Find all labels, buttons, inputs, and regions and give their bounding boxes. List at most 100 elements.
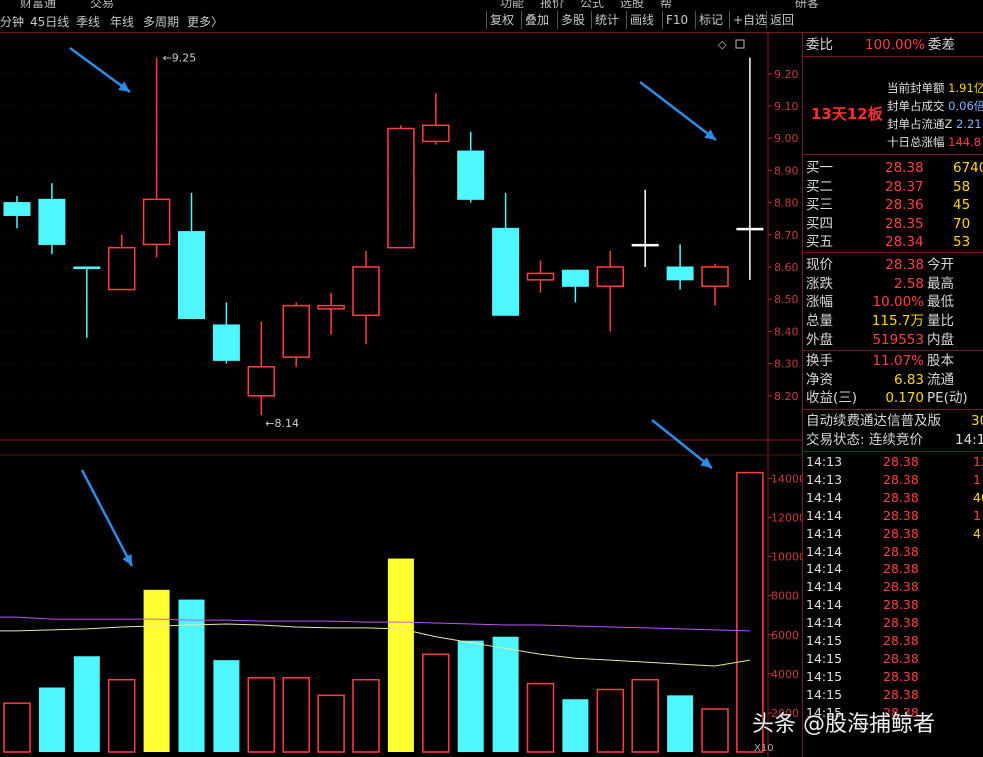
divider <box>803 56 983 57</box>
volume-ma-long-line <box>0 616 750 632</box>
stat-value: 6.83 <box>893 371 924 388</box>
candle-body <box>701 266 729 288</box>
candle-body <box>631 243 659 247</box>
stat-label: 外盘 <box>806 331 833 348</box>
bid-row[interactable]: 买二 28.37 58 <box>803 178 983 196</box>
diamond-icon[interactable]: ◇ <box>718 38 727 51</box>
volume-bar <box>107 678 136 753</box>
tick-volume: 1 <box>973 507 981 523</box>
stat-row: 涨幅 10.00% 最低 <box>803 293 983 311</box>
bid-volume: 70 <box>953 215 971 232</box>
seal-info-label: 封单占成交 <box>887 99 945 113</box>
limit-up-badge: 13天12板 <box>811 105 883 123</box>
stat-label: 涨跌 <box>806 275 833 292</box>
volume-tick-label: 10000 <box>771 551 802 564</box>
bid-row[interactable]: 买三 28.36 45 <box>803 196 983 214</box>
candle-body <box>38 198 66 245</box>
bid-row[interactable]: 买一 28.38 6740 <box>803 159 983 177</box>
stat-label-2: 内盘 <box>927 331 954 348</box>
tick-price: 28.38 <box>883 579 919 595</box>
tick-time: 14:15 <box>806 686 843 702</box>
tick-price: 28.38 <box>883 668 919 684</box>
tick-price: 28.38 <box>883 633 919 648</box>
candlestick <box>352 250 380 345</box>
price-tick-label: 8.50 <box>774 293 799 306</box>
tick-price: 28.38 <box>883 597 919 613</box>
price-tick-label: 8.20 <box>774 390 799 403</box>
volume-bar <box>213 660 240 752</box>
tick-price: 28.38 <box>883 543 919 559</box>
window-toggle-icon[interactable] <box>735 39 745 49</box>
bid-label: 买四 <box>806 215 833 232</box>
seal-info-value: 1.91亿 <box>944 81 983 95</box>
tick-price: 28.38 <box>883 525 919 541</box>
candle-body <box>73 266 101 269</box>
divider <box>803 350 983 351</box>
tick-time: 14:14 <box>806 543 843 559</box>
candlestick <box>38 183 66 255</box>
candle-body <box>736 227 764 231</box>
tick-price: 28.38 <box>883 561 919 577</box>
volume-bar <box>282 677 310 753</box>
candle-body <box>247 366 276 397</box>
tick-time: 14:14 <box>806 489 843 505</box>
stat-label-2: 今开 <box>927 257 954 273</box>
seal-info-value: 0.06倍 <box>944 99 983 113</box>
stat-row: 换手 11.07% 股本 <box>803 352 983 370</box>
candlestick <box>247 321 276 416</box>
tick-time: 14:14 <box>806 597 843 613</box>
tick-time: 14:14 <box>806 507 843 523</box>
seal-info-label: 当前封单额 <box>887 81 945 95</box>
stat-row: 总量 115.7万 量比 <box>803 312 983 330</box>
candlestick <box>387 125 415 249</box>
candlestick <box>107 234 136 291</box>
stat-value: 519553 <box>872 331 924 348</box>
tick-row: 14:14 28.38 <box>803 560 983 578</box>
ticker-text: 自动续费通达信普及版 <box>806 413 941 429</box>
tick-row: 14:14 28.38 <box>803 596 983 614</box>
tick-time: 14:13 <box>806 471 843 487</box>
bid-row[interactable]: 买五 28.34 53 <box>803 233 983 251</box>
volume-bar <box>352 678 380 753</box>
volume-bar <box>631 678 659 753</box>
tick-time: 14:15 <box>806 668 843 684</box>
bid-price: 28.36 <box>885 197 924 213</box>
divider <box>803 154 983 155</box>
bid-label: 买三 <box>806 197 833 213</box>
bid-price: 28.37 <box>885 178 924 195</box>
bid-row[interactable]: 买四 28.35 70 <box>803 215 983 233</box>
price-tick-label: 8.80 <box>774 197 799 210</box>
candle-body <box>457 150 485 200</box>
candlestick <box>596 250 625 332</box>
volume-bar <box>143 589 170 752</box>
stat-label-2: PE(动) <box>927 390 968 407</box>
volume-bar <box>317 694 345 753</box>
candle-body <box>3 202 31 216</box>
weibi-row: 委比 100.00% 委差 <box>803 36 983 54</box>
candle-body <box>526 272 555 281</box>
price-tick-label: 9.20 <box>774 68 799 81</box>
annotation-arrow <box>639 81 717 141</box>
ticker-row[interactable]: 自动续费通达信普及版 30 <box>803 412 983 430</box>
stat-value: 28.38 <box>885 257 924 273</box>
bid-price: 28.35 <box>885 215 924 232</box>
stat-row: 净资 6.83 流通 <box>803 371 983 389</box>
tick-time: 14:15 <box>806 650 843 666</box>
weibi-value: 100.00% <box>865 37 926 53</box>
price-tick-label: 8.40 <box>774 325 799 338</box>
divider <box>803 451 983 452</box>
price-tick-label: 9.00 <box>774 132 799 145</box>
candle-body <box>212 324 240 361</box>
volume-tick-label: 8000 <box>771 590 799 603</box>
high-price-label: ←9.25 <box>163 52 197 65</box>
stat-label: 现价 <box>806 257 833 273</box>
candlestick <box>3 196 31 229</box>
low-price-label: ←8.14 <box>265 417 299 430</box>
tick-time: 14:15 <box>806 633 843 648</box>
weibi-label: 委比 <box>806 37 833 53</box>
tick-volume: 4 <box>973 525 981 541</box>
stat-row: 收益(三) 0.170 PE(动) <box>803 389 983 407</box>
candle-body <box>107 246 136 291</box>
volume-bar <box>492 636 519 752</box>
price-tick-label: 8.30 <box>774 358 799 371</box>
